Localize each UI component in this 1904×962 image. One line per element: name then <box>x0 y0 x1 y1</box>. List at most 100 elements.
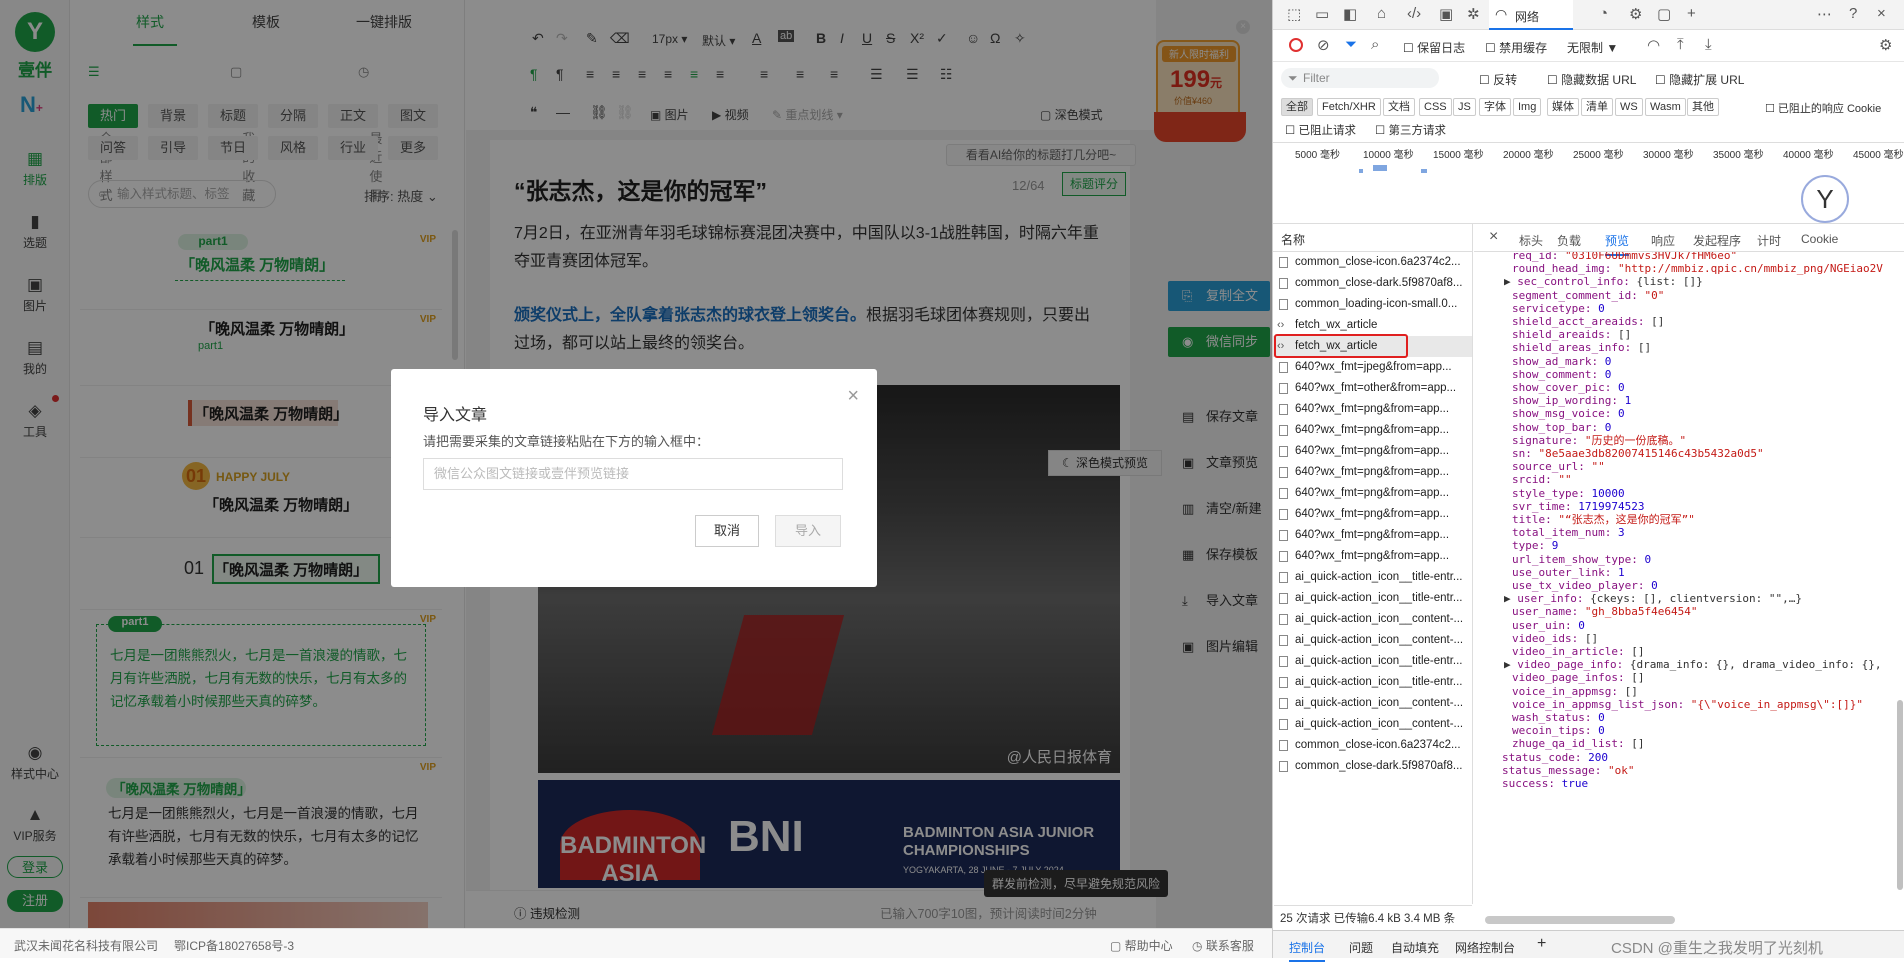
request-row[interactable]: common_close-icon.6a2374c2... <box>1273 735 1472 756</box>
type-filter-other[interactable]: 其他 <box>1687 98 1719 116</box>
request-row[interactable]: 640?wx_fmt=png&from=app... <box>1273 546 1472 567</box>
performance-icon[interactable]: ◔ <box>1599 5 1608 22</box>
add-tab-icon[interactable]: + <box>1687 5 1696 22</box>
request-row[interactable]: common_loading-icon-small.0... <box>1273 294 1472 315</box>
settings-gear-icon[interactable]: ⚙ <box>1879 36 1892 54</box>
file-icon <box>1279 383 1288 394</box>
tab-autofill[interactable]: 自动填充 <box>1391 939 1439 956</box>
type-filter-js[interactable]: JS <box>1453 98 1476 116</box>
console-icon[interactable]: ▣ <box>1439 5 1453 23</box>
bug-icon[interactable]: ✲ <box>1467 5 1480 23</box>
file-icon <box>1279 761 1288 772</box>
request-row[interactable]: 640?wx_fmt=png&from=app... <box>1273 420 1472 441</box>
blocked-cookies-checkbox[interactable]: ☐ 已阻止的响应 Cookie <box>1765 100 1881 116</box>
highlight-box <box>1274 334 1408 358</box>
network-toolbar: ⊘ ⏷ ⌕ ☐ 保留日志 ☐ 禁用缓存 无限制 ▼ ◠ ⤒ ⤓ ⚙ <box>1273 30 1904 62</box>
request-row[interactable]: ai_quick-action_icon__content-... <box>1273 714 1472 735</box>
tab-network[interactable]: ◠ 网络 <box>1489 0 1573 30</box>
dock-icon[interactable]: ◧ <box>1343 5 1357 23</box>
tab-initiator[interactable]: 发起程序 <box>1693 232 1741 249</box>
tab-payload[interactable]: 负载 <box>1557 232 1581 249</box>
help-icon[interactable]: ? <box>1849 5 1857 22</box>
type-filter-xhr[interactable]: Fetch/XHR <box>1317 98 1381 116</box>
request-row[interactable]: common_close-icon.6a2374c2... <box>1273 252 1472 273</box>
throttle-select[interactable]: 无限制 ▼ <box>1567 39 1618 56</box>
type-filter-media[interactable]: 媒体 <box>1547 98 1579 116</box>
request-row[interactable]: ‹› fetch_wx_article <box>1273 315 1472 336</box>
more-icon[interactable]: ⋯ <box>1817 5 1832 23</box>
tab-cookies[interactable]: Cookie <box>1801 232 1838 246</box>
request-row[interactable]: 640?wx_fmt=png&from=app... <box>1273 399 1472 420</box>
tab-issues[interactable]: 问题 <box>1349 939 1373 956</box>
request-row[interactable]: ai_quick-action_icon__title-entr... <box>1273 651 1472 672</box>
upload-icon[interactable]: ⤒ <box>1677 36 1684 53</box>
request-row[interactable]: common_close-dark.5f9870af8... <box>1273 273 1472 294</box>
preserve-log-checkbox[interactable]: ☐ 保留日志 <box>1403 39 1465 56</box>
type-filter-ws[interactable]: WS <box>1615 98 1643 116</box>
type-filter-wasm[interactable]: Wasm <box>1645 98 1686 116</box>
filter-input[interactable]: ⏷ Filter <box>1281 68 1439 88</box>
icp-number[interactable]: 鄂ICP备18027658号-3 <box>174 937 294 954</box>
home-icon[interactable]: ⌂ <box>1377 5 1386 22</box>
close-icon[interactable]: × <box>1877 5 1886 22</box>
timeline-label: 5000 毫秒 <box>1295 150 1341 161</box>
type-filter-css[interactable]: CSS <box>1419 98 1452 116</box>
request-row[interactable]: ai_quick-action_icon__content-... <box>1273 693 1472 714</box>
elements-icon[interactable]: ‹/› <box>1407 5 1421 22</box>
type-filter-font[interactable]: 字体 <box>1479 98 1511 116</box>
tab-console[interactable]: 控制台 <box>1289 939 1326 962</box>
h-scrollbar[interactable] <box>1485 916 1675 924</box>
type-filter-manifest[interactable]: 清单 <box>1581 98 1613 116</box>
request-row[interactable]: 640?wx_fmt=png&from=app... <box>1273 525 1472 546</box>
add-tab-icon[interactable]: + <box>1537 935 1546 953</box>
import-button[interactable]: 导入 <box>775 515 841 547</box>
request-row[interactable]: ai_quick-action_icon__title-entr... <box>1273 672 1472 693</box>
contact-link[interactable]: ◷ 联系客服 <box>1192 937 1254 954</box>
tab-headers[interactable]: 标头 <box>1519 232 1543 249</box>
hide-data-url-checkbox[interactable]: ☐ 隐藏数据 URL <box>1547 71 1636 88</box>
json-line: success: true <box>1502 777 1589 790</box>
disable-cache-checkbox[interactable]: ☐ 禁用缓存 <box>1485 39 1547 56</box>
tab-network-console[interactable]: 网络控制台 <box>1455 939 1515 956</box>
request-row[interactable]: common_close-dark.5f9870af8... <box>1273 756 1472 777</box>
help-center-link[interactable]: ▢ 帮助中心 <box>1110 937 1173 954</box>
cancel-button[interactable]: 取消 <box>695 515 759 547</box>
request-row[interactable]: ai_quick-action_icon__title-entr... <box>1273 588 1472 609</box>
request-row[interactable]: 640?wx_fmt=png&from=app... <box>1273 462 1472 483</box>
wifi-settings-icon[interactable]: ◠ <box>1647 36 1660 54</box>
search-icon[interactable]: ⌕ <box>1371 36 1379 53</box>
invert-checkbox[interactable]: ☐ 反转 <box>1479 71 1517 88</box>
request-row[interactable]: 640?wx_fmt=other&from=app... <box>1273 378 1472 399</box>
request-row[interactable]: ai_quick-action_icon__content-... <box>1273 609 1472 630</box>
tab-timing[interactable]: 计时 <box>1757 232 1781 249</box>
type-filter-all[interactable]: 全部 <box>1281 98 1313 116</box>
file-icon <box>1279 698 1288 709</box>
clear-icon[interactable]: ⊘ <box>1317 36 1330 54</box>
settings-gear-icon[interactable]: ⚙ <box>1629 5 1642 23</box>
json-preview[interactable]: req_id: "0310F6UDmmvs3HVJk7fHM6eo" round_… <box>1474 252 1904 912</box>
request-row[interactable]: 640?wx_fmt=jpeg&from=app... <box>1273 357 1472 378</box>
request-row[interactable]: 640?wx_fmt=png&from=app... <box>1273 441 1472 462</box>
inspect-icon[interactable]: ⬚ <box>1287 5 1301 23</box>
filter-icon[interactable]: ⏷ <box>1345 36 1357 53</box>
extension-logo-icon[interactable]: Y <box>1801 175 1849 223</box>
download-icon[interactable]: ⤓ <box>1705 36 1712 53</box>
article-url-input[interactable]: 微信公众图文链接或壹伴预览链接 <box>423 458 843 490</box>
record-icon[interactable] <box>1289 38 1303 52</box>
scrollbar[interactable] <box>1897 700 1903 890</box>
close-icon[interactable]: × <box>847 385 859 408</box>
third-party-checkbox[interactable]: ☐ 第三方请求 <box>1375 122 1446 138</box>
application-icon[interactable]: ▢ <box>1657 5 1671 23</box>
type-filter-img[interactable]: Img <box>1513 98 1542 116</box>
hide-ext-url-checkbox[interactable]: ☐ 隐藏扩展 URL <box>1655 71 1744 88</box>
tab-response[interactable]: 响应 <box>1651 232 1675 249</box>
request-row[interactable]: 640?wx_fmt=png&from=app... <box>1273 504 1472 525</box>
request-row[interactable]: ai_quick-action_icon__title-entr... <box>1273 567 1472 588</box>
company-name: 武汉未闻花名科技有限公司 <box>14 939 159 953</box>
blocked-requests-checkbox[interactable]: ☐ 已阻止请求 <box>1285 122 1356 138</box>
request-row[interactable]: ai_quick-action_icon__content-... <box>1273 630 1472 651</box>
request-row[interactable]: 640?wx_fmt=png&from=app... <box>1273 483 1472 504</box>
close-icon[interactable]: × <box>1489 228 1498 246</box>
device-icon[interactable]: ▭ <box>1315 5 1329 23</box>
type-filter-doc[interactable]: 文档 <box>1383 98 1415 116</box>
